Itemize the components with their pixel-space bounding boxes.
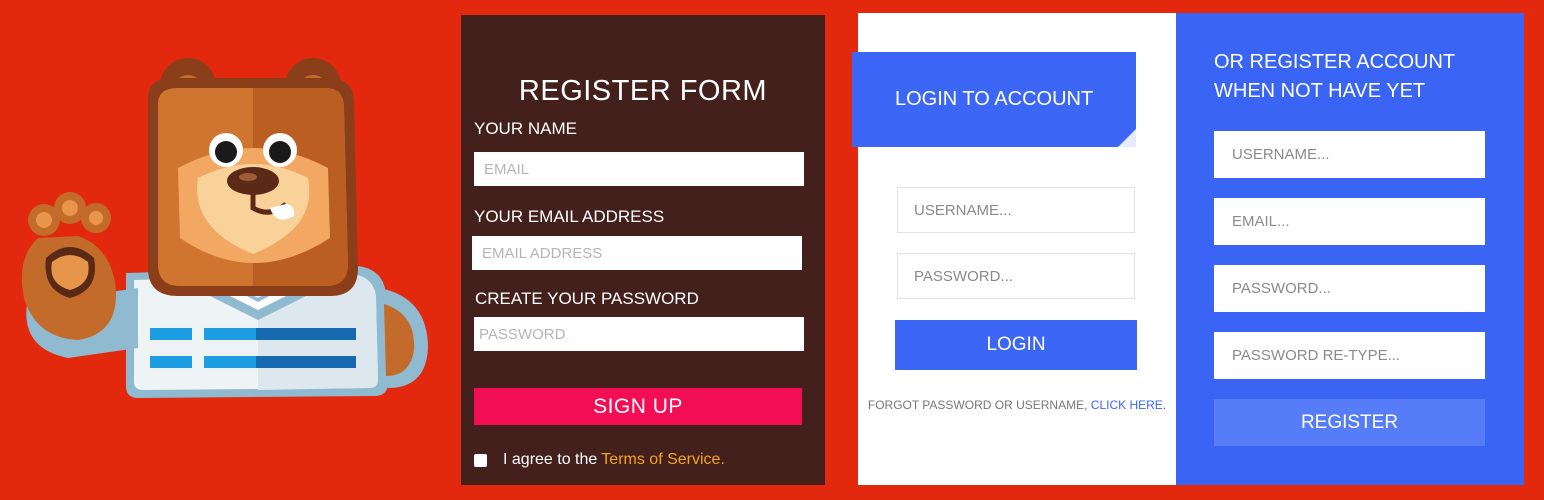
login-title-ribbon: LOGIN TO ACCOUNT (852, 52, 1136, 147)
terms-of-service-link[interactable]: Terms of Service. (601, 451, 725, 469)
terms-checkbox[interactable] (474, 453, 487, 467)
register-form-title: REGISTER FORM (518, 75, 768, 107)
login-username-input[interactable] (897, 187, 1135, 233)
forgot-click-here-link[interactable]: CLICK HERE. (1091, 398, 1166, 412)
email-input[interactable] (472, 236, 802, 270)
sign-up-button[interactable]: SIGN UP (474, 388, 802, 425)
forgot-prefix: FORGOT PASSWORD OR USERNAME, (867, 398, 1088, 412)
login-title: LOGIN TO ACCOUNT (895, 88, 1094, 110)
login-button[interactable]: LOGIN (895, 320, 1137, 370)
name-label: YOUR NAME (474, 119, 577, 138)
account-email-input[interactable] (1214, 198, 1485, 245)
register-account-panel: OR REGISTER ACCOUNT WHEN NOT HAVE YET RE… (1176, 13, 1524, 485)
forgot-password-row: FORGOT PASSWORD OR USERNAME, CLICK HERE. (858, 398, 1176, 412)
account-password-retype-input[interactable] (1214, 332, 1485, 379)
login-password-input[interactable] (897, 253, 1135, 299)
ribbon-fold-corner (1118, 129, 1136, 147)
email-label: YOUR EMAIL ADDRESS (474, 207, 665, 226)
password-input[interactable] (474, 317, 804, 351)
bear-mascot-icon (21, 58, 428, 398)
register-form-panel: REGISTER FORM YOUR NAME YOUR EMAIL ADDRE… (461, 15, 825, 485)
terms-prefix: I agree to the (503, 451, 598, 468)
name-input[interactable] (474, 152, 804, 186)
password-label: CREATE YOUR PASSWORD (475, 289, 699, 308)
terms-row: I agree to the Terms of Service. (474, 451, 725, 469)
account-username-input[interactable] (1214, 131, 1485, 178)
register-account-title: OR REGISTER ACCOUNT WHEN NOT HAVE YET (1214, 51, 1455, 102)
account-password-input[interactable] (1214, 265, 1485, 312)
register-button[interactable]: REGISTER (1214, 399, 1485, 446)
